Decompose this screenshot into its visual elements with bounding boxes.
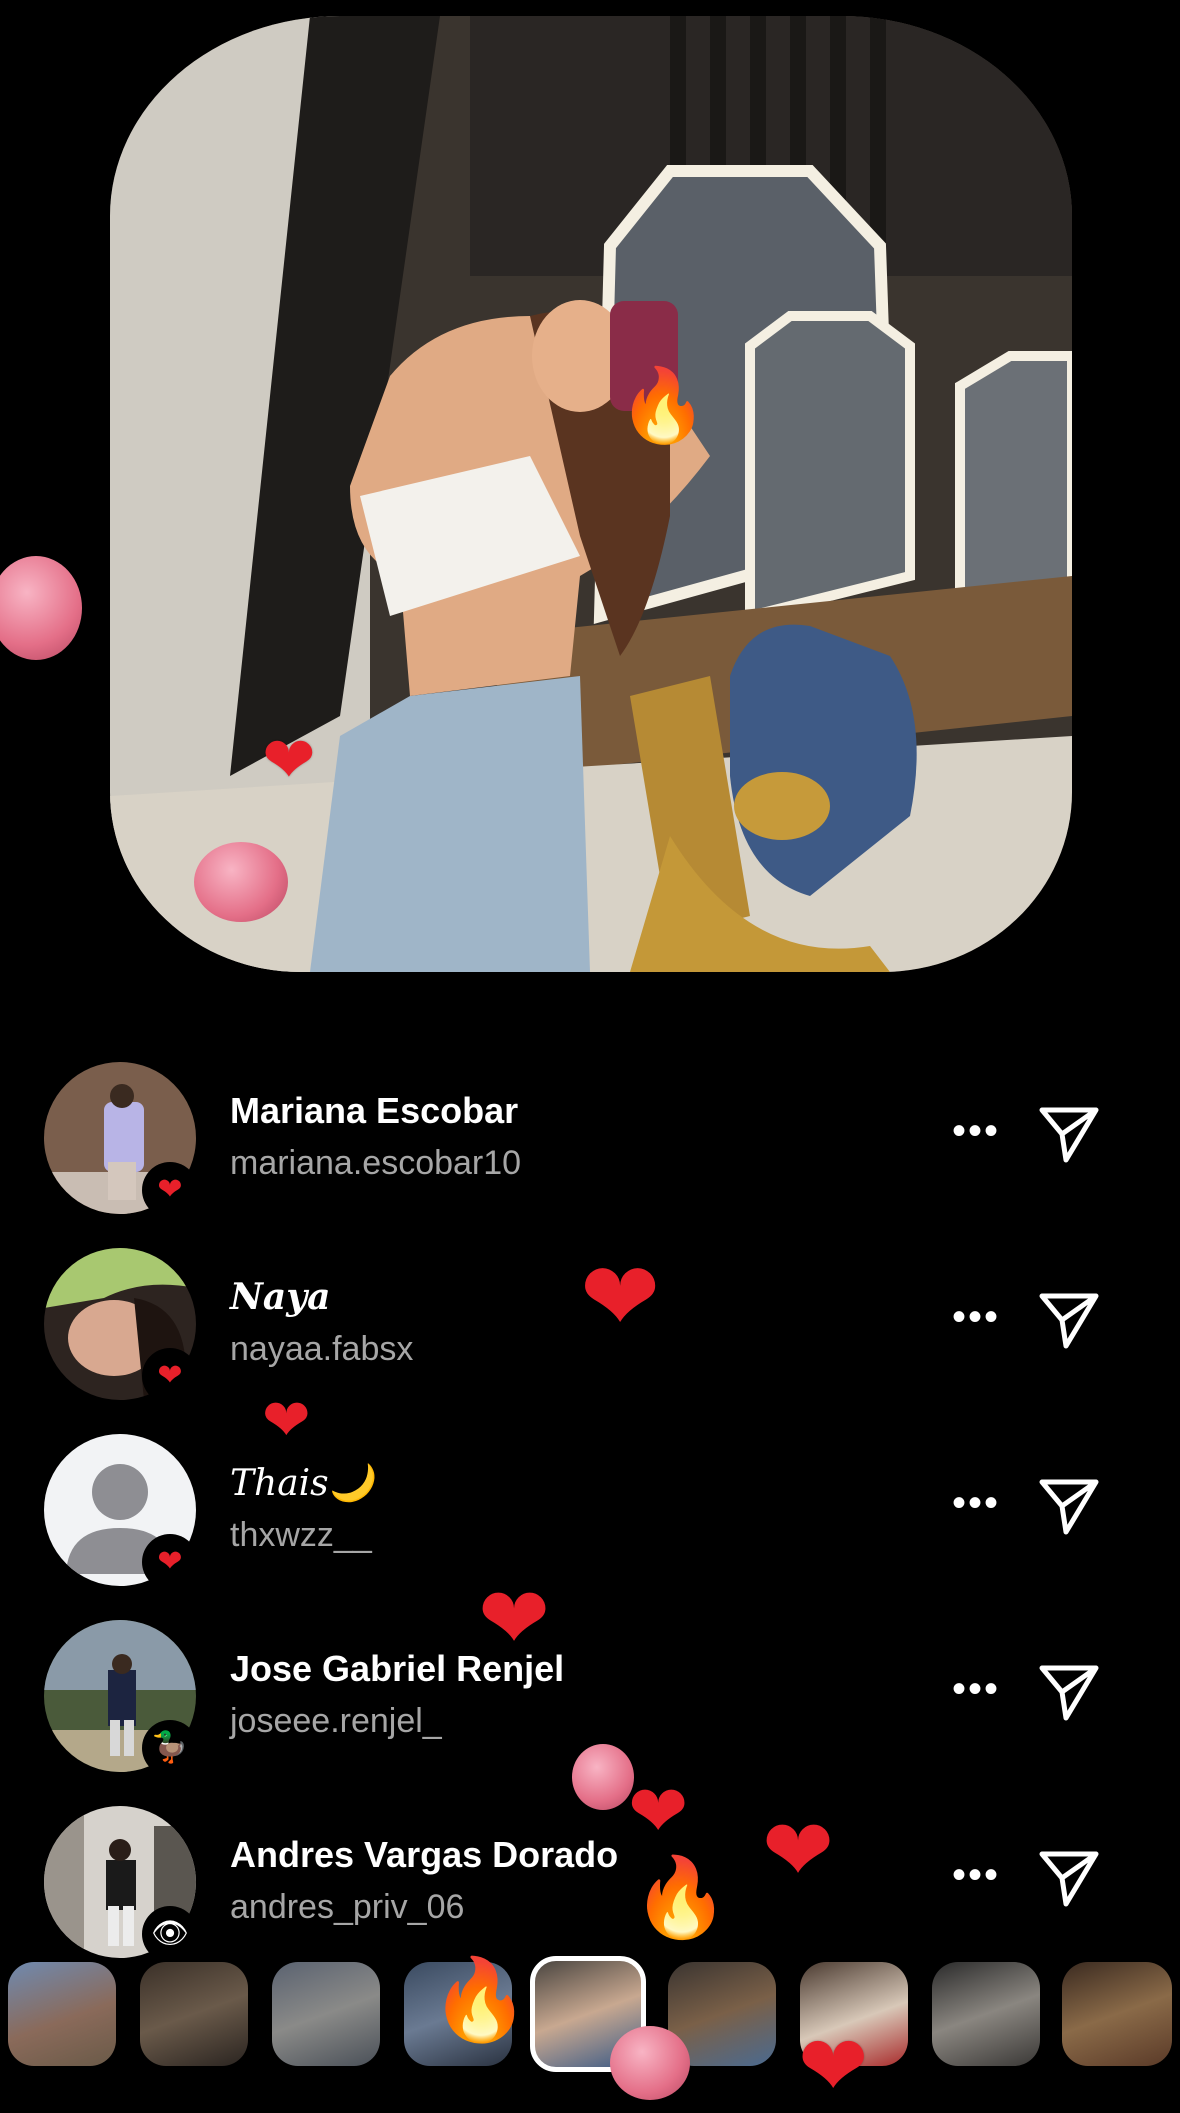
viewer-row[interactable]: 🦆 Jose Gabriel Renjel joseee.renjel_ •••: [0, 1612, 1180, 1798]
more-options-button[interactable]: •••: [946, 1850, 1006, 1900]
viewer-row[interactable]: ❤ Thais🌙 thxwzz__ •••: [0, 1426, 1180, 1612]
viewer-name: Thais🌙: [230, 1463, 374, 1504]
send-message-button[interactable]: [1036, 1286, 1102, 1352]
send-icon: [1039, 1851, 1099, 1907]
send-icon: [1039, 1293, 1099, 1349]
story-thumbnail[interactable]: [8, 1962, 116, 2066]
story-thumbnail[interactable]: [140, 1962, 248, 2066]
send-icon: [1039, 1665, 1099, 1721]
floating-reaction-icon: [0, 556, 82, 660]
viewer-username: thxwzz__: [230, 1516, 372, 1554]
viewer-username: andres_priv_06: [230, 1888, 465, 1926]
story-thumbnail[interactable]: [800, 1962, 908, 2066]
viewer-row[interactable]: ❤ Mariana Escobar mariana.escobar10 •••: [0, 1054, 1180, 1240]
send-icon: [1039, 1107, 1099, 1163]
story-thumbnail[interactable]: [1062, 1962, 1172, 2066]
send-message-button[interactable]: [1036, 1658, 1102, 1724]
story-thumbnail[interactable]: [668, 1962, 776, 2066]
viewer-name: Andres Vargas Dorado: [230, 1834, 619, 1875]
more-options-button[interactable]: •••: [946, 1664, 1006, 1714]
more-options-button[interactable]: •••: [946, 1478, 1006, 1528]
story-thumbnail-selected[interactable]: [530, 1956, 646, 2072]
heart-reaction-icon: ❤: [142, 1534, 198, 1590]
viewer-row[interactable]: ❤ 𝑵𝒂𝒚𝒂 nayaa.fabsx •••: [0, 1240, 1180, 1426]
heart-reaction-icon: ❤: [142, 1162, 198, 1218]
viewer-name: Jose Gabriel Renjel: [230, 1648, 565, 1689]
eye-reaction-icon: 👁: [142, 1906, 198, 1962]
story-photo: [110, 16, 1072, 972]
viewer-list: ❤ Mariana Escobar mariana.escobar10 ••• …: [0, 1054, 1180, 1984]
more-options-button[interactable]: •••: [946, 1106, 1006, 1156]
viewer-name: 𝑵𝒂𝒚𝒂: [230, 1276, 331, 1318]
send-message-button[interactable]: [1036, 1472, 1102, 1538]
viewer-username: mariana.escobar10: [230, 1144, 522, 1182]
story-thumbnail[interactable]: [404, 1962, 512, 2066]
story-tray: [0, 1956, 1180, 2072]
viewer-username: nayaa.fabsx: [230, 1330, 414, 1368]
viewer-name: Mariana Escobar: [230, 1090, 519, 1131]
send-message-button[interactable]: [1036, 1844, 1102, 1910]
story-thumbnail[interactable]: [932, 1962, 1040, 2066]
viewer-username: joseee.renjel_: [230, 1702, 442, 1740]
heart-reaction-icon: ❤: [142, 1348, 198, 1404]
more-options-button[interactable]: •••: [946, 1292, 1006, 1342]
duck-reaction-icon: 🦆: [142, 1720, 198, 1776]
send-message-button[interactable]: [1036, 1100, 1102, 1166]
story-thumbnail[interactable]: [272, 1962, 380, 2066]
send-icon: [1039, 1479, 1099, 1535]
